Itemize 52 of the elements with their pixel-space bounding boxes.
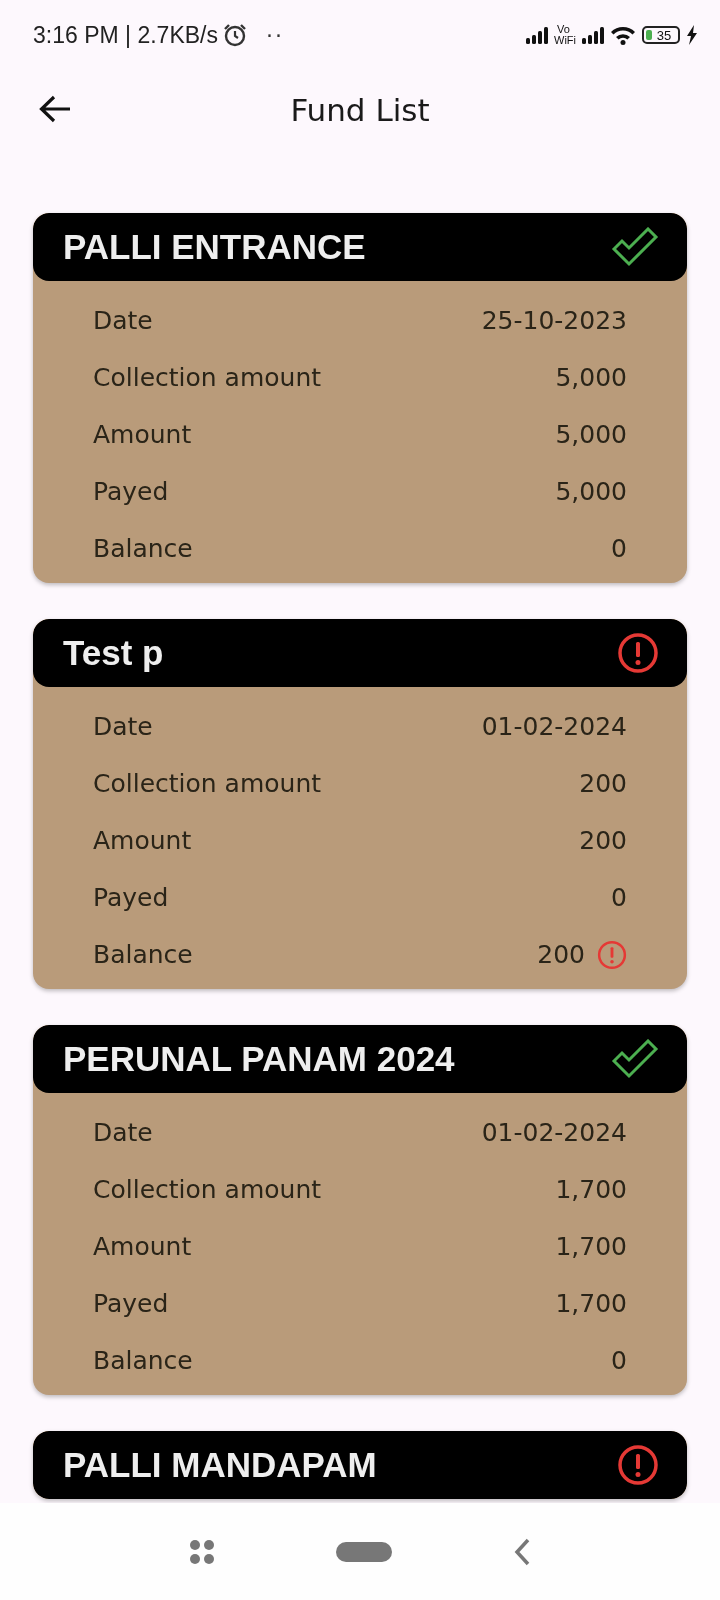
- fund-name: PALLI MANDAPAM: [63, 1445, 377, 1485]
- field-value: 0: [611, 883, 627, 912]
- back-chevron-icon[interactable]: [512, 1536, 532, 1567]
- field-label: Balance: [93, 534, 193, 563]
- field-label: Amount: [93, 826, 192, 855]
- field-value: 01-02-2024: [481, 712, 627, 741]
- field-value: 5,000: [555, 420, 627, 449]
- fund-card[interactable]: PALLI MANDAPAM: [33, 1431, 687, 1499]
- field-label: Date: [93, 306, 153, 335]
- home-pill-icon[interactable]: [336, 1541, 392, 1562]
- field-label: Balance: [93, 1346, 193, 1375]
- field-value: 5,000: [555, 363, 627, 392]
- charging-icon: [686, 25, 698, 45]
- notification-dots: ··: [265, 22, 284, 48]
- fund-card[interactable]: Test p Date 01-02-2024 Collection amount 200 Amount 200 Payed 0 Balance 200: [33, 619, 687, 989]
- field-value: 01-02-2024: [481, 1118, 627, 1147]
- field-value: 200: [537, 940, 585, 969]
- signal-icon: [582, 26, 604, 44]
- wifi-icon: [610, 25, 636, 45]
- field-value: 1,700: [555, 1289, 627, 1318]
- field-label: Payed: [93, 477, 169, 506]
- battery-icon: 35: [642, 26, 680, 44]
- field-label: Payed: [93, 1289, 169, 1318]
- field-value: 200: [579, 826, 627, 855]
- field-label: Collection amount: [93, 363, 322, 392]
- page-title: Fund List: [290, 92, 430, 128]
- field-label: Collection amount: [93, 769, 322, 798]
- field-value: 5,000: [555, 477, 627, 506]
- field-value: 0: [611, 1346, 627, 1375]
- field-label: Balance: [93, 940, 193, 969]
- field-label: Collection amount: [93, 1175, 322, 1204]
- field-label: Date: [93, 712, 153, 741]
- field-label: Payed: [93, 883, 169, 912]
- recents-icon[interactable]: [188, 1537, 216, 1566]
- field-value: 1,700: [555, 1232, 627, 1261]
- fund-name: PALLI ENTRANCE: [63, 227, 366, 267]
- field-label: Amount: [93, 420, 192, 449]
- field-label: Date: [93, 1118, 153, 1147]
- fund-name: Test p: [63, 633, 164, 673]
- fund-card[interactable]: PERUNAL PANAM 2024 Date 01-02-2024 Collection amount 1,700 Amount 1,700 Payed 1,700 Balance 0: [33, 1025, 687, 1395]
- signal-icon: [526, 26, 548, 44]
- field-value: 1,700: [555, 1175, 627, 1204]
- status-time: 3:16 PM | 2.7KB/s: [33, 21, 218, 49]
- back-arrow-icon: [38, 94, 72, 124]
- field-value: 200: [579, 769, 627, 798]
- field-value: 25-10-2023: [481, 306, 627, 335]
- vowifi-label: WiFi: [554, 35, 576, 46]
- fund-card[interactable]: PALLI ENTRANCE Date 25-10-2023 Collection amount 5,000 Amount 5,000 Payed 5,000 Balance 0: [33, 213, 687, 583]
- vowifi-label: Vo: [556, 24, 571, 35]
- field-label: Amount: [93, 1232, 192, 1261]
- fund-name: PERUNAL PANAM 2024: [63, 1039, 455, 1079]
- field-value: 0: [611, 534, 627, 563]
